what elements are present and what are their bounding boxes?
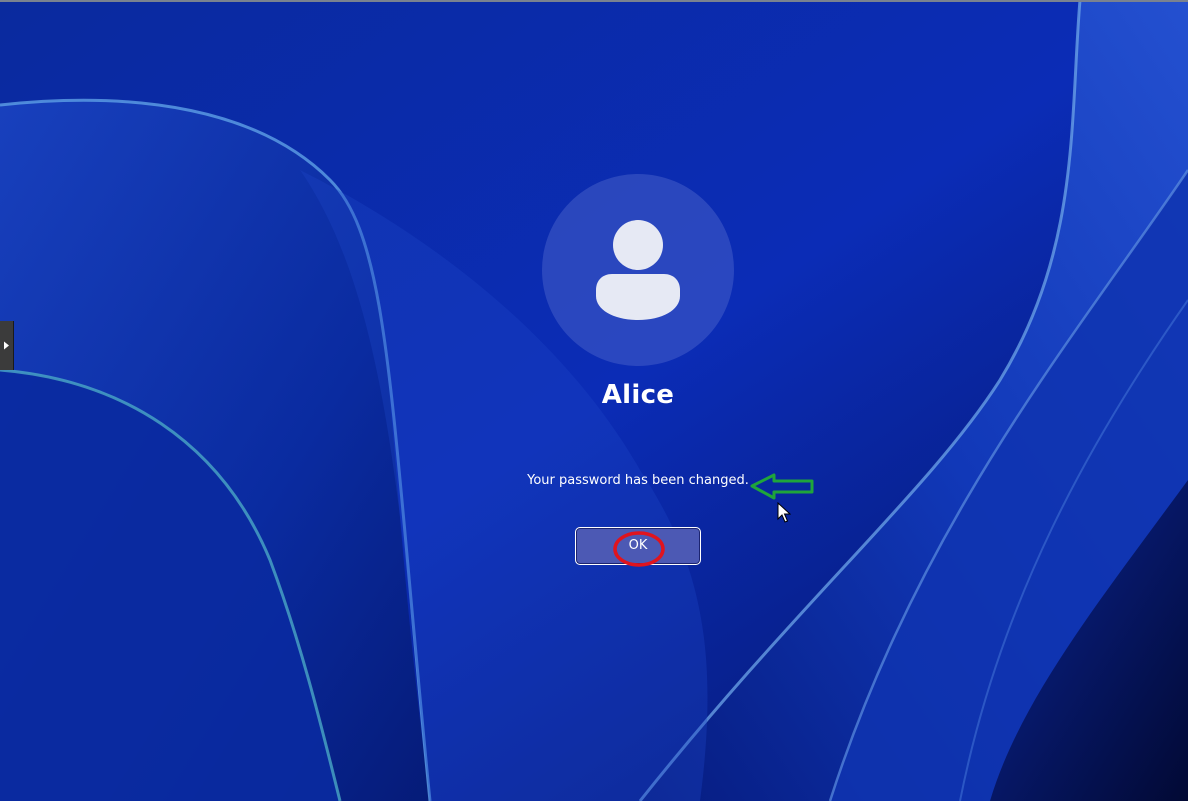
expand-arrow-icon <box>4 341 9 350</box>
side-expand-tab[interactable] <box>0 321 14 370</box>
window-top-border <box>0 0 1188 2</box>
status-message: Your password has been changed. <box>527 473 749 488</box>
ok-button[interactable]: OK <box>575 527 701 565</box>
user-name: Alice <box>601 380 675 410</box>
lock-screen: Alice Your password has been changed. OK <box>0 0 1188 801</box>
user-avatar <box>542 174 734 366</box>
person-icon <box>596 220 680 320</box>
